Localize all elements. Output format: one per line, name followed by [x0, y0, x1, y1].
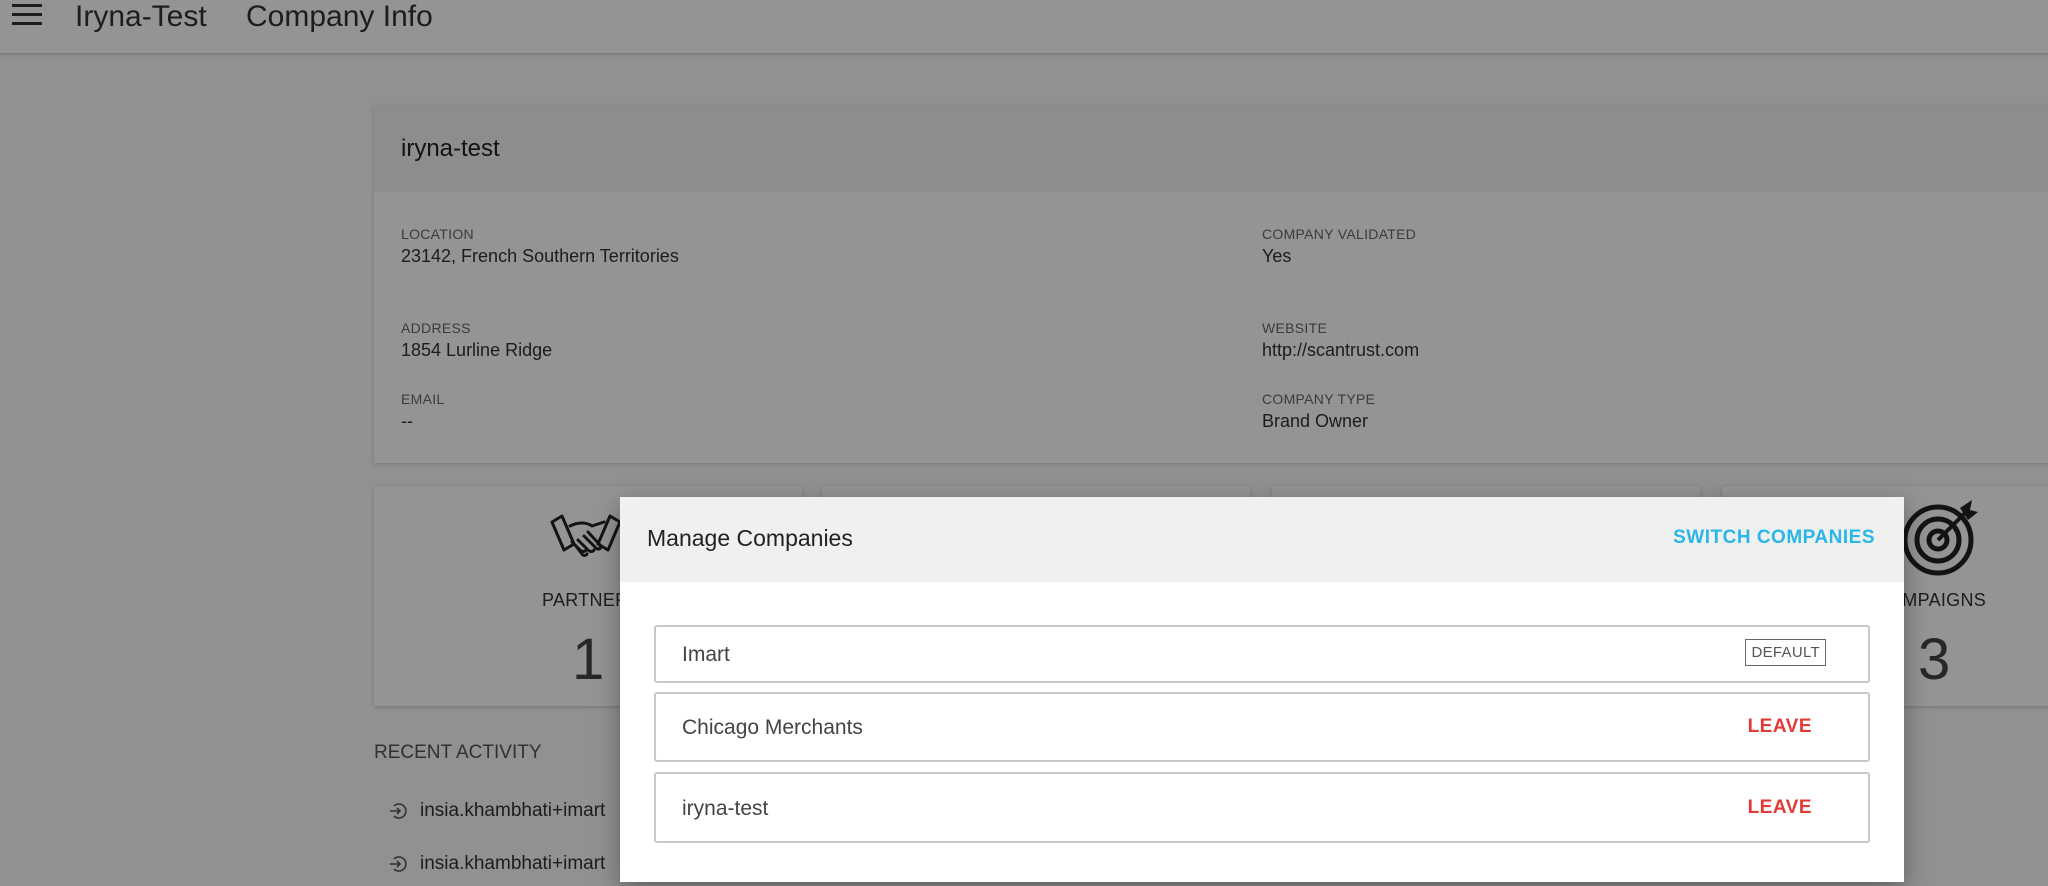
dialog-title: Manage Companies — [647, 525, 853, 551]
leave-button[interactable]: LEAVE — [1748, 797, 1812, 819]
leave-button[interactable]: LEAVE — [1748, 716, 1812, 738]
dialog-header: Manage Companies SWITCH COMPANIES — [620, 497, 1904, 582]
company-row-name: iryna-test — [682, 797, 769, 820]
default-badge: DEFAULT — [1745, 639, 1826, 666]
company-row-name: Chicago Merchants — [682, 716, 863, 739]
company-row-name: Imart — [682, 643, 730, 666]
company-row-imart[interactable]: Imart DEFAULT — [654, 625, 1870, 683]
company-row-chicago-merchants[interactable]: Chicago Merchants LEAVE — [654, 692, 1870, 762]
company-row-iryna-test[interactable]: iryna-test LEAVE — [654, 772, 1870, 843]
manage-companies-dialog: Manage Companies SWITCH COMPANIES Imart … — [620, 497, 1904, 882]
switch-companies-button[interactable]: SWITCH COMPANIES — [1673, 527, 1875, 549]
